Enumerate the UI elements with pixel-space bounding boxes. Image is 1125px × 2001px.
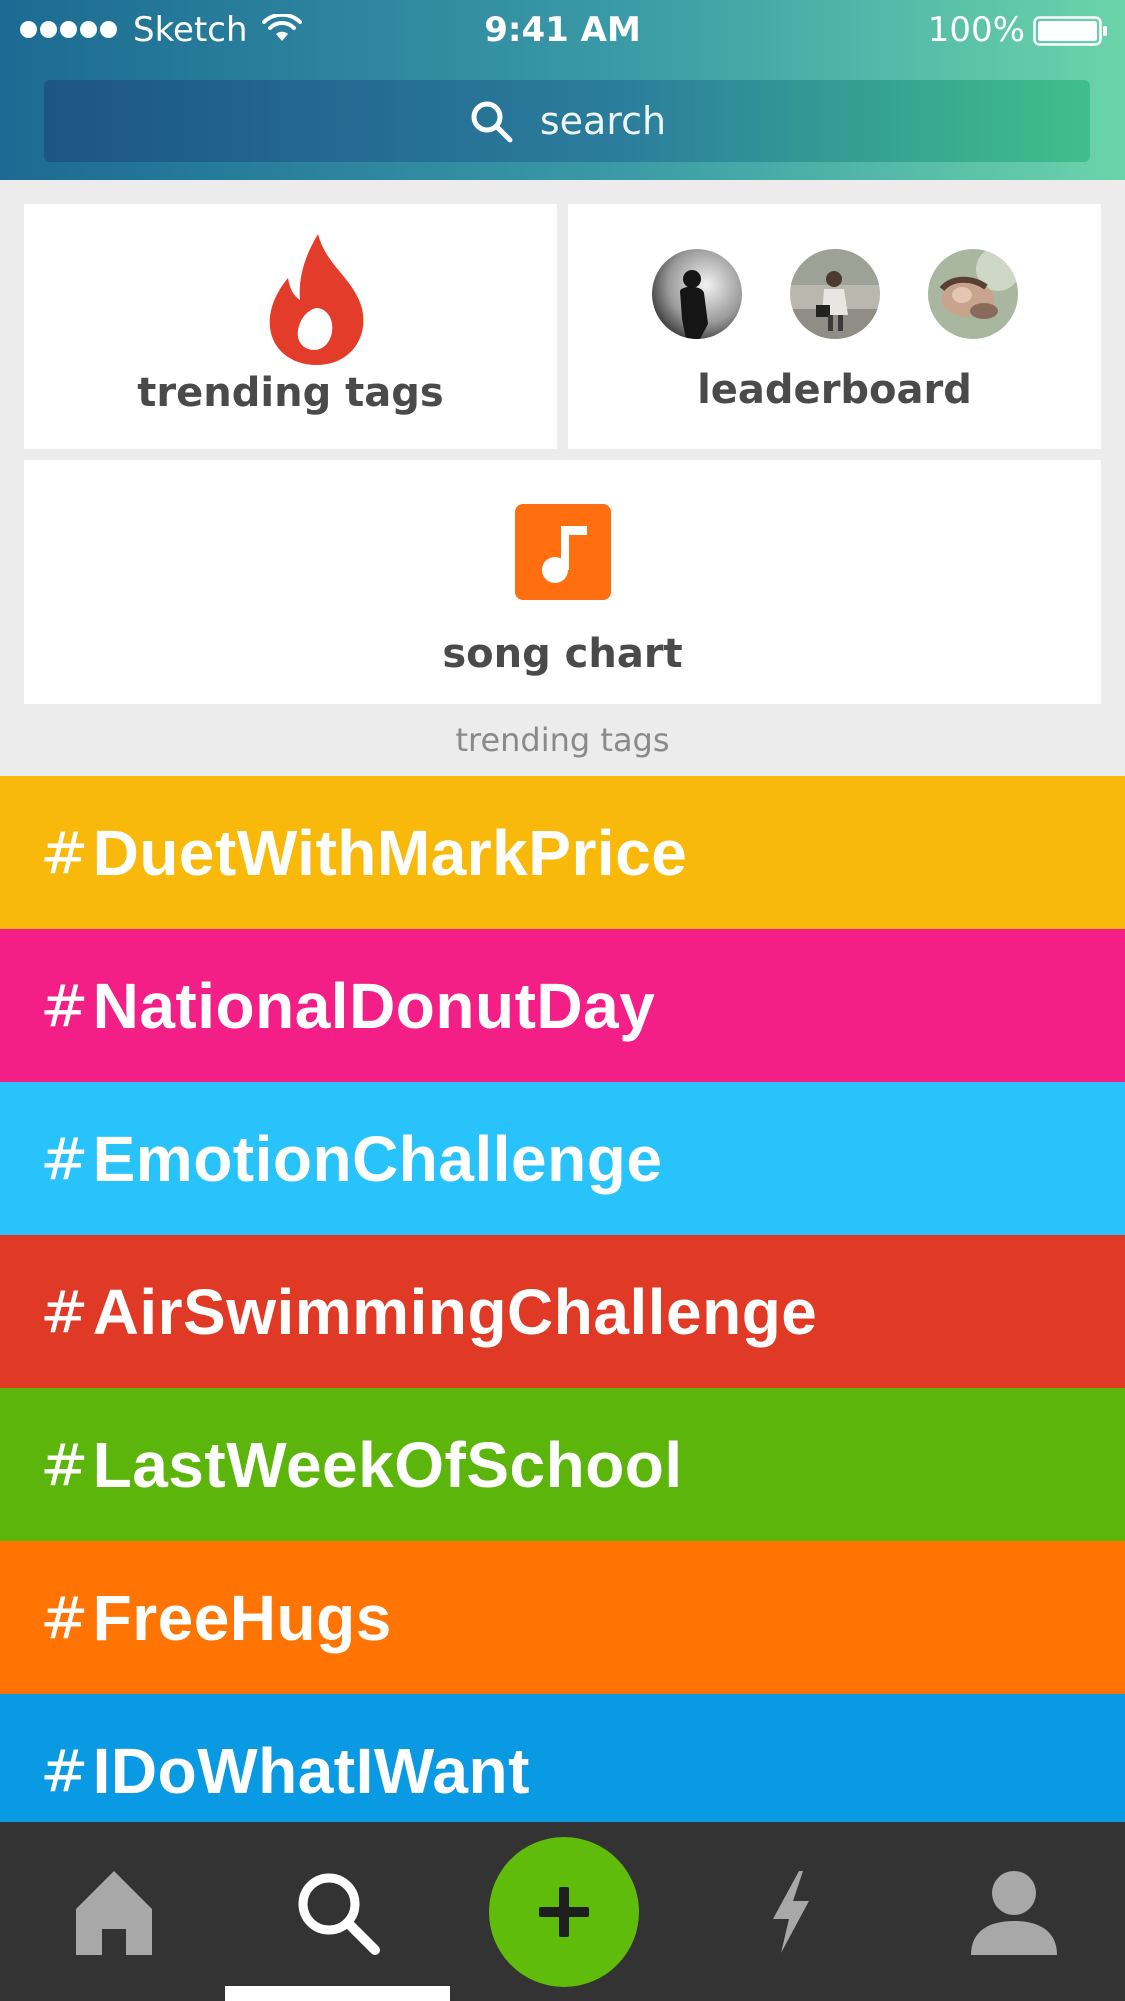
tag-name: LastWeekOfSchool — [92, 1428, 683, 1501]
tag-row-emotionchallenge[interactable]: # EmotionChallenge — [0, 1082, 1125, 1235]
song-chart-label: song chart — [442, 631, 683, 677]
hash-symbol: # — [40, 1277, 89, 1346]
trending-tags-label: trending tags — [137, 370, 444, 416]
battery-percentage: 100% — [927, 10, 1025, 50]
lightning-icon — [773, 1870, 809, 1953]
tag-name: AirSwimmingChallenge — [92, 1275, 818, 1348]
tab-home[interactable] — [44, 1822, 184, 2001]
section-caption: trending tags — [455, 721, 670, 759]
tag-name: IDoWhatIWant — [92, 1734, 530, 1807]
plus-icon — [539, 1886, 589, 1937]
tag-name: EmotionChallenge — [92, 1122, 663, 1195]
create-button[interactable] — [489, 1836, 639, 1987]
active-tab-indicator — [225, 1986, 450, 2001]
person-icon — [971, 1870, 1057, 1955]
battery-icon — [1033, 16, 1107, 46]
avatar — [651, 249, 742, 339]
hash-symbol: # — [40, 1583, 89, 1652]
trending-tags-tile[interactable]: trending tags — [24, 204, 557, 449]
hash-symbol: # — [40, 1736, 89, 1805]
hash-symbol: # — [40, 818, 89, 887]
tag-row-lastweekofschool[interactable]: # LastWeekOfSchool — [0, 1388, 1125, 1541]
hash-symbol: # — [40, 971, 89, 1040]
bottom-tab-bar — [0, 1822, 1125, 2001]
tab-profile[interactable] — [944, 1822, 1084, 2001]
search-icon — [471, 101, 513, 143]
header: Sketch 9:41 AM 100% search — [0, 0, 1125, 180]
avatar — [789, 249, 880, 339]
hash-symbol: # — [40, 1124, 89, 1193]
tag-name: NationalDonutDay — [92, 969, 656, 1042]
music-note-icon — [515, 504, 611, 600]
flame-icon — [269, 234, 364, 365]
tab-search[interactable] — [262, 1822, 412, 2001]
search-input[interactable]: search — [44, 80, 1090, 162]
leaderboard-avatars — [568, 249, 1101, 339]
search-placeholder: search — [539, 99, 667, 143]
tab-create[interactable] — [488, 1822, 640, 2001]
search-icon — [298, 1873, 380, 1955]
tag-name: FreeHugs — [92, 1581, 392, 1654]
hash-symbol: # — [40, 1430, 89, 1499]
trending-tag-list: # DuetWithMarkPrice # NationalDonutDay #… — [0, 776, 1125, 1847]
tab-activity[interactable] — [720, 1822, 860, 2001]
status-bar: Sketch 9:41 AM 100% — [0, 0, 1125, 60]
tag-row-nationaldonutday[interactable]: # NationalDonutDay — [0, 929, 1125, 1082]
tag-name: DuetWithMarkPrice — [92, 816, 688, 889]
home-icon — [76, 1870, 152, 1955]
leaderboard-tile[interactable]: leaderboard — [568, 204, 1101, 449]
tag-row-freehugs[interactable]: # FreeHugs — [0, 1541, 1125, 1694]
leaderboard-label: leaderboard — [697, 367, 972, 413]
tag-row-airswimmingchallenge[interactable]: # AirSwimmingChallenge — [0, 1235, 1125, 1388]
song-chart-tile[interactable]: song chart — [24, 460, 1101, 704]
tag-row-duetwithmarkprice[interactable]: # DuetWithMarkPrice — [0, 776, 1125, 929]
avatar — [927, 249, 1018, 339]
